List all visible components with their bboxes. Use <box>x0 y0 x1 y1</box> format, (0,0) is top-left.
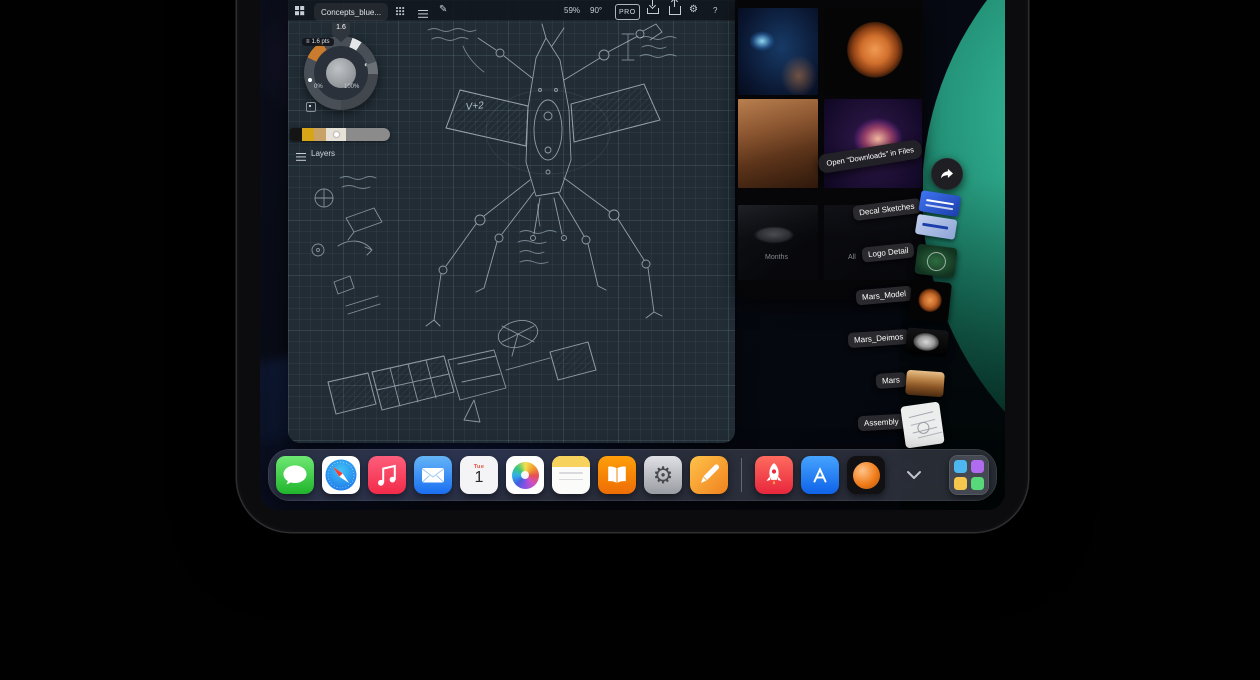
handwritten-annotations <box>340 29 676 264</box>
stage: Concepts_blue... ✎ 59% 90° PRO ⚙ ? <box>0 0 1260 680</box>
opacity-max-label: 100% <box>344 84 359 90</box>
download-button[interactable] <box>647 0 659 14</box>
share-forward-button[interactable] <box>931 158 963 190</box>
drag-file-label[interactable]: Mars <box>876 372 907 389</box>
gear-icon: ⚙ <box>689 5 698 15</box>
tab-months[interactable]: Months <box>765 254 788 261</box>
zoom-level[interactable]: 59% <box>564 3 580 17</box>
photo-thumbnail[interactable] <box>738 8 818 95</box>
color-swatch[interactable] <box>302 128 314 141</box>
chevron-down-icon <box>904 465 924 485</box>
tool-preview-icon[interactable] <box>306 102 316 112</box>
opacity-min-label: 0% <box>314 84 323 90</box>
document-title[interactable]: Concepts_blue... <box>314 3 388 21</box>
brush-wheel[interactable] <box>304 36 378 110</box>
app-store-icon[interactable] <box>801 456 839 494</box>
photo-thumbnail[interactable] <box>738 99 818 188</box>
layers-button[interactable]: Layers <box>296 149 335 158</box>
dock-chevron-button[interactable] <box>901 462 927 488</box>
pen-icon: ✎ <box>439 5 447 15</box>
drag-file-label[interactable]: Assembly <box>858 414 905 431</box>
share-icon <box>669 6 681 15</box>
color-palette[interactable] <box>290 128 390 141</box>
dock-divider <box>741 458 742 492</box>
workspace-grid-button[interactable] <box>295 3 304 17</box>
drag-file-thumbnail[interactable] <box>908 279 952 323</box>
books-app-icon[interactable] <box>598 456 636 494</box>
dock: Tue 1 ⚙ <box>268 449 997 501</box>
forward-arrow-icon <box>938 165 956 183</box>
mail-app-icon[interactable] <box>414 456 452 494</box>
contrast-icon: ◐ <box>364 60 369 69</box>
pro-badge: PRO <box>615 4 640 20</box>
annotation-v2: V+2 <box>465 100 485 113</box>
concepts-app-window: Concepts_blue... ✎ 59% 90° PRO ⚙ ? <box>288 0 735 443</box>
music-app-icon[interactable] <box>368 456 406 494</box>
layers-icon <box>296 153 306 155</box>
drag-file-thumbnail[interactable] <box>900 401 944 448</box>
concepts-toolbar: Concepts_blue... ✎ 59% 90° PRO ⚙ ? <box>288 0 735 21</box>
messages-app-icon[interactable] <box>276 456 314 494</box>
palette-marker <box>334 132 339 137</box>
drag-file-thumbnail[interactable] <box>914 189 963 241</box>
margin-doodles <box>312 189 382 314</box>
wheel-marker-dot <box>308 78 312 82</box>
color-swatch[interactable] <box>314 128 326 141</box>
pen-tool-button[interactable]: ✎ <box>439 3 447 17</box>
color-swatch[interactable] <box>346 128 390 141</box>
settings-app-icon[interactable]: ⚙ <box>644 456 682 494</box>
pencil-app-icon[interactable] <box>690 456 728 494</box>
help-button[interactable]: ? <box>713 3 717 17</box>
rotation-value[interactable]: 90° <box>590 3 602 17</box>
calendar-app-icon[interactable]: Tue 1 <box>460 456 498 494</box>
tab-all[interactable]: All <box>848 254 856 261</box>
notes-app-icon[interactable] <box>552 456 590 494</box>
drag-file-thumbnail[interactable] <box>905 327 949 357</box>
settings-button[interactable]: ⚙ <box>689 3 698 17</box>
drag-file-thumbnail[interactable] <box>905 370 945 398</box>
ipad-device: Concepts_blue... ✎ 59% 90° PRO ⚙ ? <box>237 0 1028 532</box>
brush-size-pill[interactable]: ≡ 1.6 pts <box>302 38 334 46</box>
download-icon <box>647 8 659 14</box>
lander-sketch <box>426 24 662 326</box>
photos-flower-icon <box>512 462 539 489</box>
calendar-day: 1 <box>475 470 484 486</box>
grid-squares-icon <box>295 6 304 15</box>
rocket-app-icon[interactable] <box>755 456 793 494</box>
color-swatch[interactable] <box>290 128 302 141</box>
photo-thumbnail[interactable] <box>824 8 922 95</box>
menu-bars-icon <box>418 10 428 12</box>
share-button[interactable] <box>669 0 681 14</box>
app-library-icon[interactable] <box>949 455 989 495</box>
drag-file-thumbnail[interactable] <box>914 244 957 279</box>
safari-app-icon[interactable] <box>322 456 360 494</box>
photos-app-icon[interactable] <box>506 456 544 494</box>
gear-icon: ⚙ <box>653 462 674 489</box>
satellite-sketch <box>328 317 596 422</box>
ipad-screen: Concepts_blue... ✎ 59% 90° PRO ⚙ ? <box>260 0 1005 510</box>
menu-button[interactable] <box>418 3 428 17</box>
dots-grid-button[interactable] <box>396 3 404 17</box>
dots-grid-icon <box>396 7 404 15</box>
menu-glyph-icon: ≡ <box>306 39 310 45</box>
orange-circle-app-icon[interactable] <box>847 456 885 494</box>
